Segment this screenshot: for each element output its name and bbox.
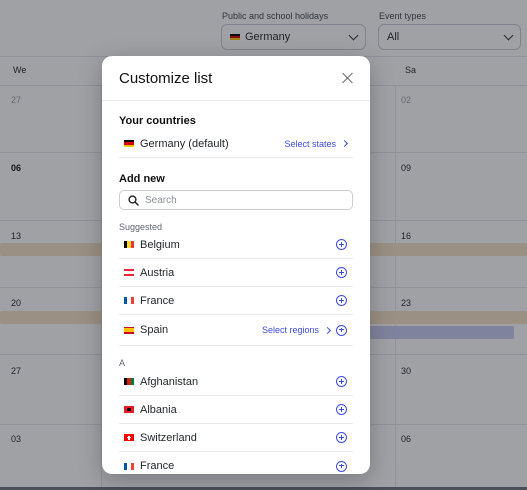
country-row-france[interactable]: France xyxy=(119,287,353,315)
country-search[interactable] xyxy=(119,190,353,210)
your-countries-heading: Your countries xyxy=(119,115,196,127)
select-regions-link[interactable]: Select regions xyxy=(261,325,332,335)
add-circle-icon[interactable] xyxy=(336,324,347,336)
country-row-afghanistan[interactable]: Afghanistan xyxy=(119,368,353,396)
albania-flag-icon xyxy=(124,406,134,413)
add-new-heading: Add new xyxy=(119,173,165,185)
country-row-austria[interactable]: Austria xyxy=(119,259,353,287)
country-row-switzerland[interactable]: Switzerland xyxy=(119,424,353,452)
country-name: Switzerland xyxy=(140,431,197,444)
country-name: Belgium xyxy=(140,238,180,251)
add-circle-icon[interactable] xyxy=(336,267,347,278)
add-circle-icon[interactable] xyxy=(336,376,347,387)
add-circle-icon[interactable] xyxy=(336,295,347,306)
add-circle-icon[interactable] xyxy=(336,239,347,250)
close-icon[interactable] xyxy=(341,71,355,85)
country-name: France xyxy=(140,294,175,307)
country-row-spain[interactable]: Spain Select regions xyxy=(119,315,353,346)
spain-flag-icon xyxy=(124,326,134,334)
afghanistan-flag-icon xyxy=(124,378,134,385)
country-row-germany: Germany (default) Select states xyxy=(119,130,353,158)
switzerland-flag-icon xyxy=(124,434,134,441)
dialog-title: Customize list xyxy=(119,70,213,87)
austria-flag-icon xyxy=(124,269,134,276)
select-states-label: Select states xyxy=(284,138,336,149)
search-input[interactable] xyxy=(145,194,345,206)
country-name: France xyxy=(140,460,175,472)
chevron-right-icon xyxy=(323,326,332,334)
country-row-albania[interactable]: Albania xyxy=(119,396,353,424)
country-name: Austria xyxy=(140,266,175,279)
country-name: Albania xyxy=(140,403,177,416)
alphabet-group-label: A xyxy=(119,358,126,368)
germany-flag-icon xyxy=(124,140,134,147)
dialog-header: Customize list xyxy=(102,56,370,101)
country-name: Afghanistan xyxy=(140,375,199,388)
customize-list-dialog: Customize list Your countries Germany (d… xyxy=(102,56,370,474)
add-circle-icon[interactable] xyxy=(336,460,347,472)
country-name: Germany (default) xyxy=(140,137,229,150)
country-row-belgium[interactable]: Belgium xyxy=(119,231,353,259)
search-icon xyxy=(128,194,139,206)
add-circle-icon[interactable] xyxy=(336,404,347,415)
select-states-link[interactable]: Select states xyxy=(284,138,349,149)
select-regions-label: Select regions xyxy=(261,325,319,335)
france-flag-icon xyxy=(124,462,134,470)
chevron-right-icon xyxy=(340,139,349,148)
country-name: Spain xyxy=(140,324,169,336)
add-circle-icon[interactable] xyxy=(336,432,347,443)
country-row-france[interactable]: France xyxy=(119,452,353,474)
france-flag-icon xyxy=(124,297,134,304)
belgium-flag-icon xyxy=(124,241,134,248)
